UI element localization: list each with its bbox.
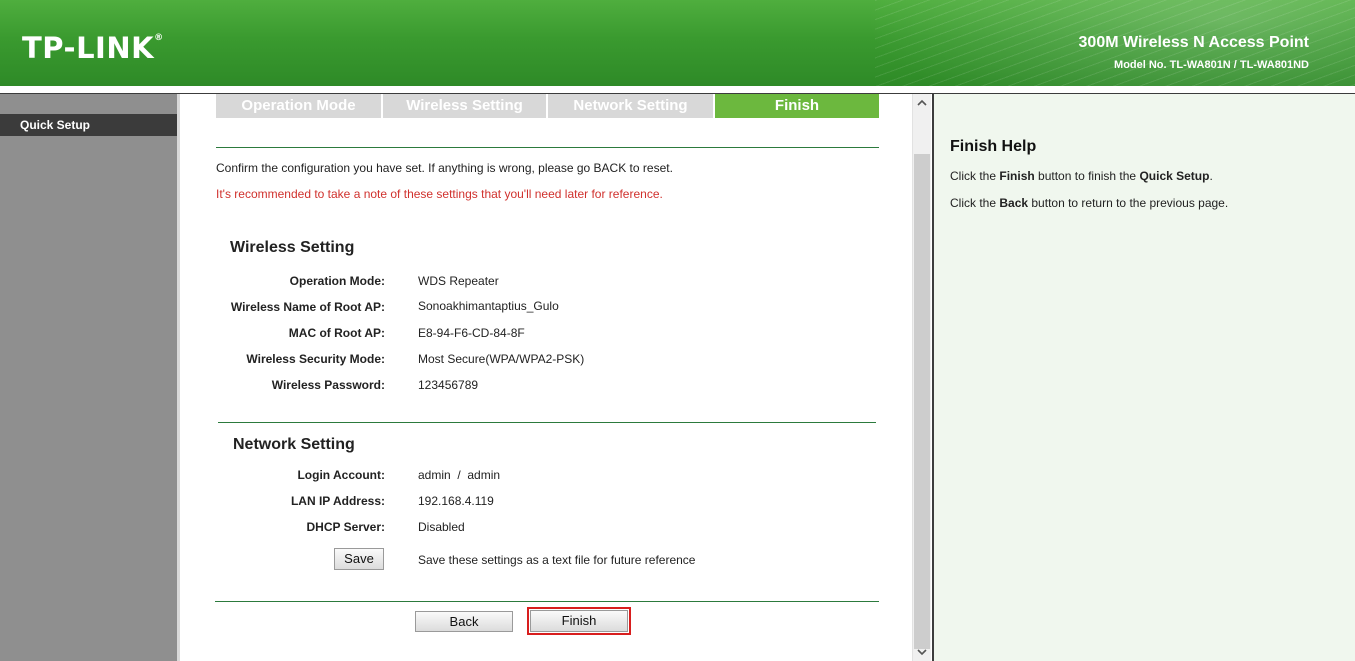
operation-mode-value: WDS Repeater bbox=[418, 274, 499, 288]
wireless-password-value: 123456789 bbox=[418, 378, 479, 392]
lan-ip-label: LAN IP Address: bbox=[290, 494, 385, 508]
root-ap-mac-label: MAC of Root AP: bbox=[288, 326, 385, 340]
chevron-down-icon[interactable] bbox=[913, 645, 931, 661]
lan-ip-value: 192.168.4.119 bbox=[418, 494, 494, 508]
product-name: 300M Wireless N Access Point bbox=[1078, 34, 1309, 51]
wireless-password-label: Wireless Password: bbox=[271, 378, 385, 392]
tab-finish: Finish bbox=[715, 94, 879, 118]
brand-logo: TP-LINK® bbox=[22, 31, 164, 65]
help-title: Finish Help bbox=[950, 138, 1037, 155]
tab-wireless-setting: Wireless Setting bbox=[383, 94, 546, 118]
back-button[interactable]: Back bbox=[415, 611, 513, 632]
scrollbar-thumb[interactable] bbox=[914, 154, 930, 649]
divider bbox=[218, 422, 876, 423]
finish-button[interactable]: Finish bbox=[530, 610, 628, 632]
save-description: Save these settings as a text file for f… bbox=[418, 553, 696, 567]
sidebar-item-quick-setup[interactable]: Quick Setup bbox=[0, 114, 177, 136]
chevron-up-icon[interactable] bbox=[913, 96, 931, 112]
divider bbox=[216, 147, 879, 148]
help-panel: Finish Help Click the Finish button to f… bbox=[932, 94, 1355, 661]
security-mode-value: Most Secure(WPA/WPA2-PSK) bbox=[418, 352, 585, 366]
main-content: Operation Mode Wireless Setting Network … bbox=[183, 94, 912, 661]
save-button[interactable]: Save bbox=[334, 548, 384, 570]
model-number: Model No. TL-WA801N / TL-WA801ND bbox=[1114, 59, 1309, 71]
sidebar: Quick Setup bbox=[0, 94, 180, 661]
help-back-line: Click the Back button to return to the p… bbox=[950, 196, 1229, 210]
vertical-scrollbar[interactable] bbox=[912, 94, 931, 661]
warning-note: It's recommended to take a note of these… bbox=[216, 187, 663, 201]
security-mode-label: Wireless Security Mode: bbox=[246, 352, 385, 366]
operation-mode-label: Operation Mode: bbox=[289, 274, 385, 288]
help-finish-line: Click the Finish button to finish the Qu… bbox=[950, 169, 1213, 183]
dhcp-server-value: Disabled bbox=[418, 520, 465, 534]
root-ap-name-label: Wireless Name of Root AP: bbox=[230, 300, 385, 314]
header-divider bbox=[0, 86, 1355, 94]
divider bbox=[215, 601, 879, 602]
header-banner: TP-LINK® 300M Wireless N Access Point Mo… bbox=[0, 0, 1355, 86]
login-account-label: Login Account: bbox=[297, 468, 385, 482]
dhcp-server-label: DHCP Server: bbox=[306, 520, 385, 534]
tab-network-setting: Network Setting bbox=[548, 94, 713, 118]
finish-button-highlight: Finish bbox=[527, 607, 631, 635]
tab-operation-mode: Operation Mode bbox=[216, 94, 381, 118]
login-account-value: admin / admin bbox=[418, 468, 501, 482]
root-ap-name-value: Sonoakhimantaptius_Gulo bbox=[418, 299, 559, 313]
confirm-text: Confirm the configuration you have set. … bbox=[216, 161, 673, 175]
root-ap-mac-value: E8-94-F6-CD-84-8F bbox=[418, 326, 525, 340]
network-section-title: Network Setting bbox=[233, 436, 355, 453]
wireless-section-title: Wireless Setting bbox=[230, 239, 355, 256]
